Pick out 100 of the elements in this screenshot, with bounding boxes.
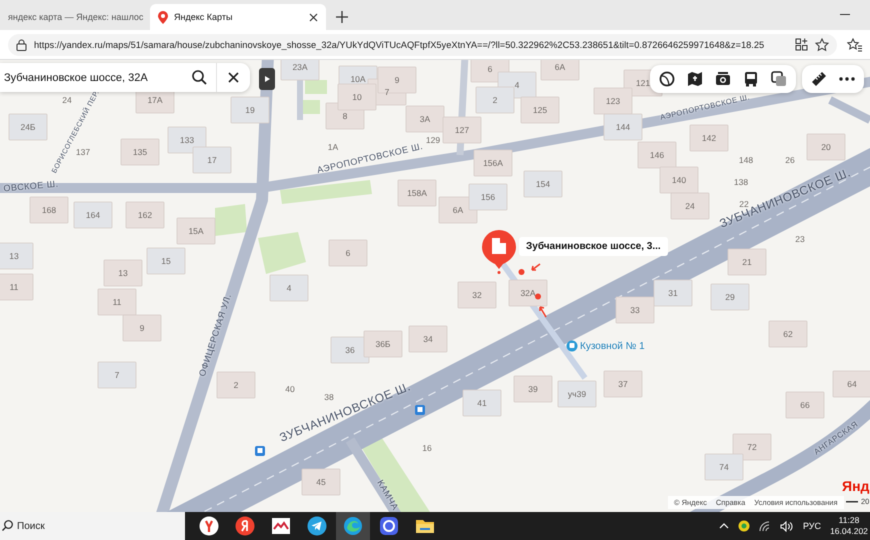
search-button[interactable] — [182, 63, 216, 92]
building — [474, 150, 512, 176]
taskbar-app-button[interactable] — [336, 512, 370, 540]
browser-tab[interactable]: Яндекс Карты — [150, 4, 326, 30]
house-number: 13 — [8, 251, 20, 261]
house-number: 164 — [84, 210, 102, 220]
building — [638, 142, 676, 168]
map-pin-icon — [158, 10, 168, 24]
minimize-icon[interactable] — [840, 14, 850, 16]
bus-stop-name[interactable]: Кузовной № 1 — [580, 340, 645, 352]
house-number: 154 — [534, 179, 552, 189]
bus-icon[interactable] — [743, 71, 759, 87]
building — [122, 314, 162, 342]
taskbar-search-field[interactable]: Поиск — [0, 512, 185, 540]
apps-icon[interactable] — [795, 38, 808, 51]
bus-stop-icon[interactable] — [415, 405, 425, 415]
close-icon — [228, 72, 239, 83]
clock-date[interactable]: 16.04.202 — [830, 526, 868, 537]
house-number: 7 — [114, 370, 120, 380]
building — [74, 202, 112, 228]
place-label[interactable]: Зубчаниновское шоссе, 3... — [519, 237, 668, 256]
house-number: 24 — [61, 95, 73, 105]
house-number: 142 — [700, 133, 718, 143]
house-number: 36Б — [374, 339, 392, 349]
new-tab-icon[interactable] — [336, 11, 348, 23]
building — [710, 284, 750, 310]
park-area — [258, 232, 306, 274]
house-number: 121 — [634, 78, 652, 88]
house-number: 133 — [178, 135, 196, 145]
map-logo[interactable]: Янд — [842, 478, 870, 494]
building — [654, 280, 692, 306]
chevron-up-icon[interactable] — [718, 523, 729, 529]
building — [520, 96, 560, 124]
building — [328, 240, 368, 266]
building-pin-icon[interactable] — [482, 230, 516, 274]
house-number: 8 — [342, 111, 348, 121]
speaker-icon[interactable] — [780, 520, 794, 532]
input-language[interactable]: РУС — [802, 521, 821, 531]
house-number: 66 — [799, 400, 811, 410]
bus-stop-icon[interactable] — [255, 446, 265, 456]
house-number: 36 — [344, 345, 356, 355]
building — [176, 218, 216, 244]
house-number: 9 — [394, 75, 400, 85]
house-number: 23A — [291, 62, 309, 72]
house-number: 162 — [136, 210, 154, 220]
chat-app-icon[interactable] — [379, 516, 399, 536]
house-number: 24 — [684, 201, 696, 211]
squares-icon[interactable] — [771, 71, 787, 87]
building — [476, 86, 514, 114]
house-number: 146 — [648, 150, 666, 160]
house-number: 156A — [482, 158, 504, 168]
more-icon[interactable] — [839, 77, 855, 81]
house-number: 16 — [421, 443, 433, 453]
messenger-app-icon[interactable] — [307, 516, 327, 536]
search-icon — [192, 70, 206, 85]
street-name: ОВСКОЕ Ш. — [3, 178, 59, 194]
house-number: 41 — [476, 398, 488, 408]
building — [0, 274, 34, 300]
search-app-icon[interactable] — [235, 516, 255, 536]
building — [604, 114, 642, 140]
layers-icon[interactable] — [659, 71, 675, 87]
building — [594, 88, 632, 114]
house-number: 11 — [112, 297, 122, 307]
house-number: 10 — [351, 92, 363, 102]
building — [468, 184, 508, 210]
building — [98, 288, 136, 316]
wifi-icon[interactable] — [758, 520, 771, 532]
mountains-app-icon[interactable] — [271, 516, 291, 536]
star-icon[interactable] — [815, 38, 829, 52]
play-icon — [264, 76, 270, 82]
building — [558, 380, 596, 408]
browser-tab[interactable]: яндекс карта — Яндекс: нашлос — [0, 4, 148, 30]
house-number: 11 — [8, 282, 20, 292]
building — [338, 84, 376, 110]
search-field[interactable]: Зубчаниновское шоссе, 32A — [0, 63, 182, 92]
house-number: 39 — [527, 384, 539, 394]
clear-button[interactable] — [216, 63, 250, 92]
camera-icon[interactable] — [715, 71, 731, 87]
tray-app-icon[interactable] — [738, 520, 750, 532]
favorites-icon[interactable] — [847, 38, 862, 52]
house-number: 37 — [617, 379, 629, 389]
address-bar[interactable]: https://yandex.ru/maps/51/samara/house/zubchaninovskoye_shosse_32a/YUkYdQViTUcAQFtpfX5yeXtnYA==/?ll=50.322962%2C53.238651&tilt=0.8726646259971648&z=18.25 — [8, 34, 837, 56]
building — [458, 282, 496, 308]
building — [0, 242, 34, 270]
close-icon[interactable] — [309, 12, 318, 22]
collapse-panel-button[interactable] — [259, 68, 275, 90]
building — [690, 124, 728, 152]
house-number: 4 — [286, 283, 292, 293]
house-number: 2 — [492, 95, 498, 105]
house-number: 123 — [604, 96, 622, 106]
house-number: 148 — [738, 155, 754, 165]
bus-stop-icon[interactable] — [566, 340, 578, 352]
house-number: 29 — [724, 292, 736, 302]
building — [126, 202, 164, 228]
map-book-icon[interactable] — [687, 71, 703, 87]
house-number: 15 — [160, 256, 172, 266]
ruler-icon[interactable] — [811, 71, 827, 87]
house-number: 20 — [820, 142, 832, 152]
clock-time[interactable]: 11:28 — [838, 515, 860, 526]
browser-app-icon[interactable] — [199, 516, 219, 536]
